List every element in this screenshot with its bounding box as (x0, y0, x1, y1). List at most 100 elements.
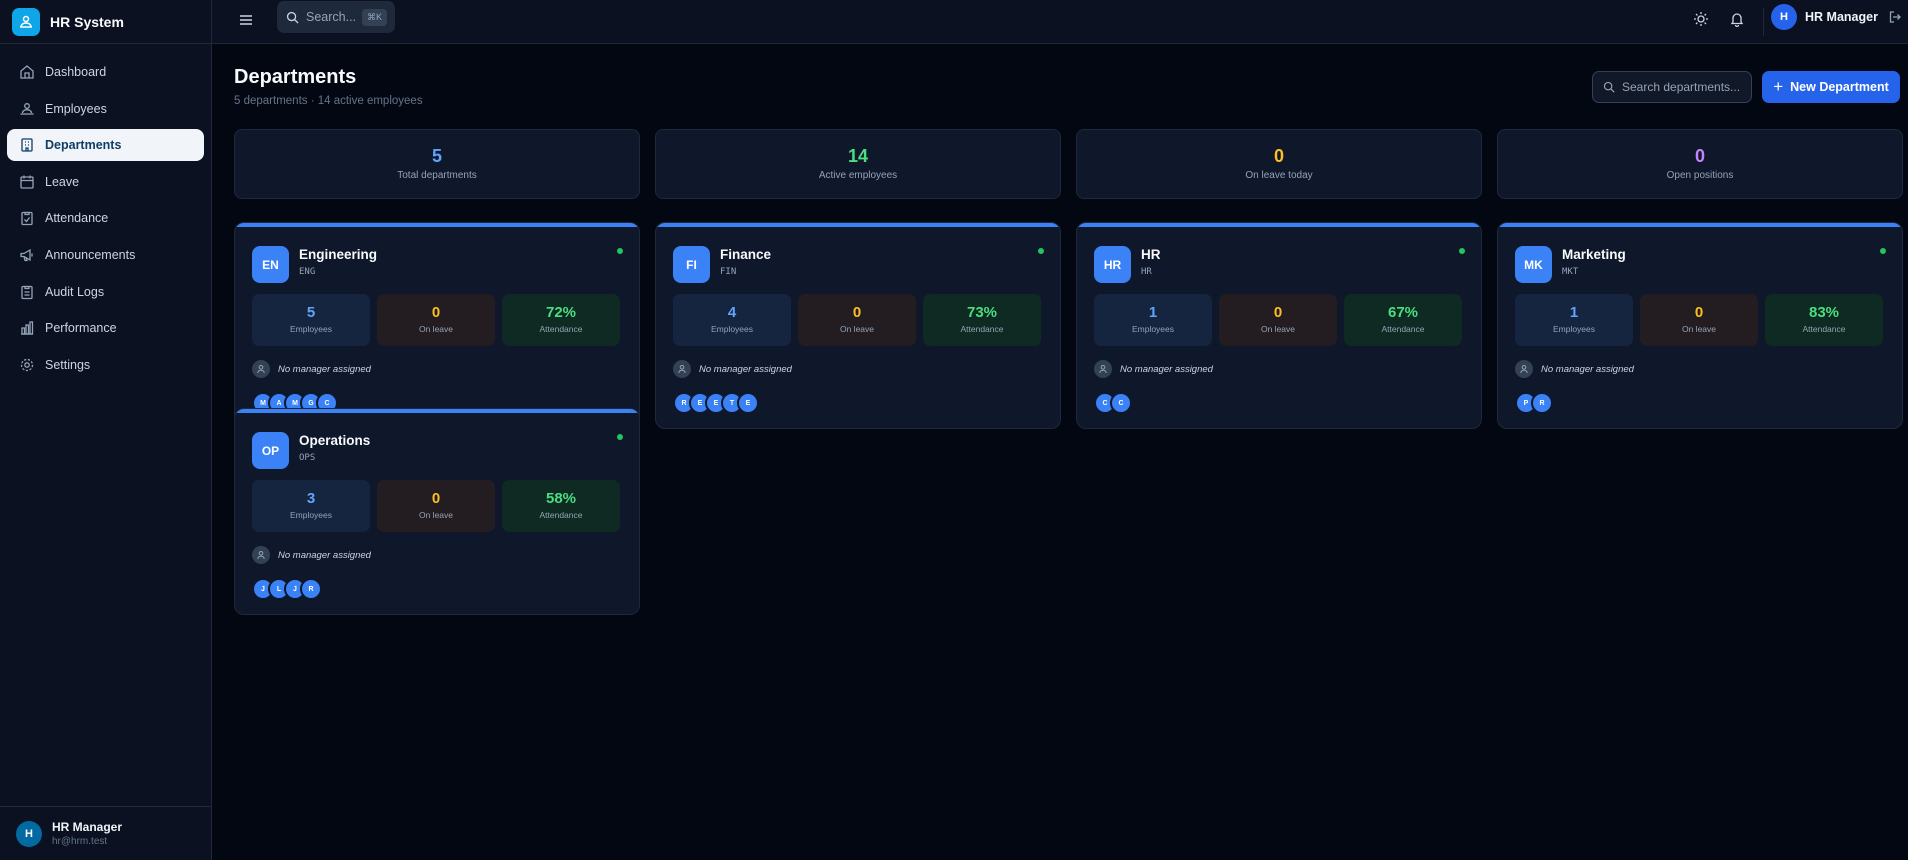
status-dot (1038, 248, 1044, 254)
department-name: Engineering (299, 247, 378, 262)
menu-icon[interactable] (238, 12, 258, 32)
on-leave-value: 0 (1694, 304, 1704, 321)
status-dot (617, 248, 623, 254)
member-avatars: REETE (673, 392, 759, 414)
user-icon (252, 360, 270, 378)
department-card[interactable]: FI Finance FIN 4 Employees 0 On leave 73% Attend… (655, 222, 1061, 429)
clipboard-list-icon (19, 284, 35, 300)
page-title: Departments (234, 66, 357, 88)
gear-icon (19, 357, 35, 373)
user-icon (1515, 360, 1533, 378)
card-accent-bar (235, 223, 639, 227)
sidebar-item-leave[interactable]: Leave (7, 166, 204, 198)
manager-text: No manager assigned (1120, 363, 1213, 375)
manager-row: No manager assigned (252, 546, 371, 564)
employees-box: 1 Employees (1515, 294, 1633, 346)
brand-logo-icon (12, 7, 40, 36)
attendance-label: Attendance (539, 510, 583, 520)
member-avatar[interactable]: C (1110, 392, 1132, 414)
stat-value: 0 (1694, 146, 1705, 166)
employees-label: Employees (1552, 324, 1596, 334)
sidebar-item-performance[interactable]: Performance (7, 312, 204, 344)
sidebar-item-departments[interactable]: Departments (7, 129, 204, 162)
sidebar-nav: Dashboard Employees Departments Leave At… (0, 44, 211, 397)
sidebar-item-employees[interactable]: Employees (7, 93, 204, 125)
manager-text: No manager assigned (699, 363, 792, 375)
member-avatar[interactable]: R (1531, 392, 1553, 414)
stat-card: 14 Active employees (655, 129, 1061, 199)
search-icon (286, 11, 299, 24)
department-badge: EN (252, 246, 289, 283)
department-name: Finance (720, 247, 772, 262)
on-leave-label: On leave (418, 324, 454, 334)
user-menu[interactable]: H HR Manager (1771, 4, 1902, 30)
sidebar-item-label: Employees (45, 101, 107, 116)
department-code: FIN (720, 267, 737, 277)
sun-icon[interactable] (1693, 11, 1711, 29)
employees-value: 4 (727, 304, 737, 321)
department-code: ENG (299, 267, 316, 277)
stat-card: 0 On leave today (1076, 129, 1482, 199)
department-badge: MK (1515, 246, 1552, 283)
stat-label: On leave today (1245, 170, 1313, 181)
member-avatar[interactable]: E (737, 392, 759, 414)
employees-box: 4 Employees (673, 294, 791, 346)
member-avatar[interactable]: R (300, 578, 322, 600)
attendance-value: 83% (1808, 304, 1840, 321)
home-icon (19, 64, 35, 80)
on-leave-label: On leave (1681, 324, 1717, 334)
user-email: hr@hrm.test (52, 836, 108, 847)
department-card[interactable]: MK Marketing MKT 1 Employees 0 On leave 83% Atte… (1497, 222, 1903, 429)
department-card[interactable]: EN Engineering ENG 5 Employees 0 On leave 72% At… (234, 222, 640, 429)
stat-card: 5 Total departments (234, 129, 640, 199)
sidebar-item-dashboard[interactable]: Dashboard (7, 56, 204, 88)
on-leave-label: On leave (418, 510, 454, 520)
employees-value: 5 (306, 304, 316, 321)
sidebar-item-label: Dashboard (45, 65, 107, 79)
sidebar-item-announcements[interactable]: Announcements (7, 239, 204, 271)
search-icon (1603, 81, 1615, 93)
member-avatars: CC (1094, 392, 1132, 414)
sidebar-item-audit-logs[interactable]: Audit Logs (7, 276, 204, 308)
sidebar-item-label: Attendance (45, 211, 109, 226)
employees-label: Employees (289, 510, 333, 520)
sidebar-user[interactable]: H HR Manager hr@hrm.test (0, 806, 212, 860)
logout-icon[interactable] (1888, 10, 1902, 24)
attendance-box: 72% Attendance (502, 294, 620, 346)
sidebar-item-label: Performance (45, 321, 117, 336)
app-name: HR System (50, 13, 124, 30)
department-name: Marketing (1562, 247, 1626, 262)
new-department-button[interactable]: + New Department (1762, 71, 1900, 103)
department-card[interactable]: OP Operations OPS 3 Employees 0 On leave 58% Att… (234, 408, 640, 615)
sidebar: HR System Dashboard Employees Department… (0, 0, 212, 860)
plus-icon: + (1773, 77, 1784, 96)
stat-value: 0 (1273, 146, 1284, 166)
manager-text: No manager assigned (278, 549, 371, 561)
attendance-box: 67% Attendance (1344, 294, 1462, 346)
divider (1763, 8, 1764, 36)
on-leave-label: On leave (1260, 324, 1296, 334)
department-name: HR (1141, 247, 1161, 262)
employees-label: Employees (289, 324, 333, 334)
bell-icon[interactable] (1729, 11, 1747, 29)
status-dot (1459, 248, 1465, 254)
attendance-value: 58% (545, 490, 577, 507)
sidebar-item-settings[interactable]: Settings (7, 349, 204, 381)
status-dot (617, 434, 623, 440)
brand[interactable]: HR System (0, 0, 211, 44)
department-search-input[interactable]: Search departments... (1592, 71, 1752, 103)
users-icon (19, 101, 35, 117)
sidebar-item-label: Departments (45, 138, 122, 153)
on-leave-label: On leave (839, 324, 875, 334)
department-card[interactable]: HR HR HR 1 Employees 0 On leave 67% Attendance No… (1076, 222, 1482, 429)
on-leave-box: 0 On leave (377, 480, 495, 532)
employees-label: Employees (710, 324, 754, 334)
sidebar-item-attendance[interactable]: Attendance (7, 202, 204, 234)
building-icon (19, 137, 35, 153)
on-leave-value: 0 (852, 304, 862, 321)
attendance-label: Attendance (960, 324, 1004, 334)
global-search[interactable]: Search... ⌘K (277, 1, 395, 33)
on-leave-value: 0 (431, 304, 441, 321)
avatar: H (1771, 4, 1797, 30)
sidebar-item-label: Announcements (45, 247, 136, 262)
